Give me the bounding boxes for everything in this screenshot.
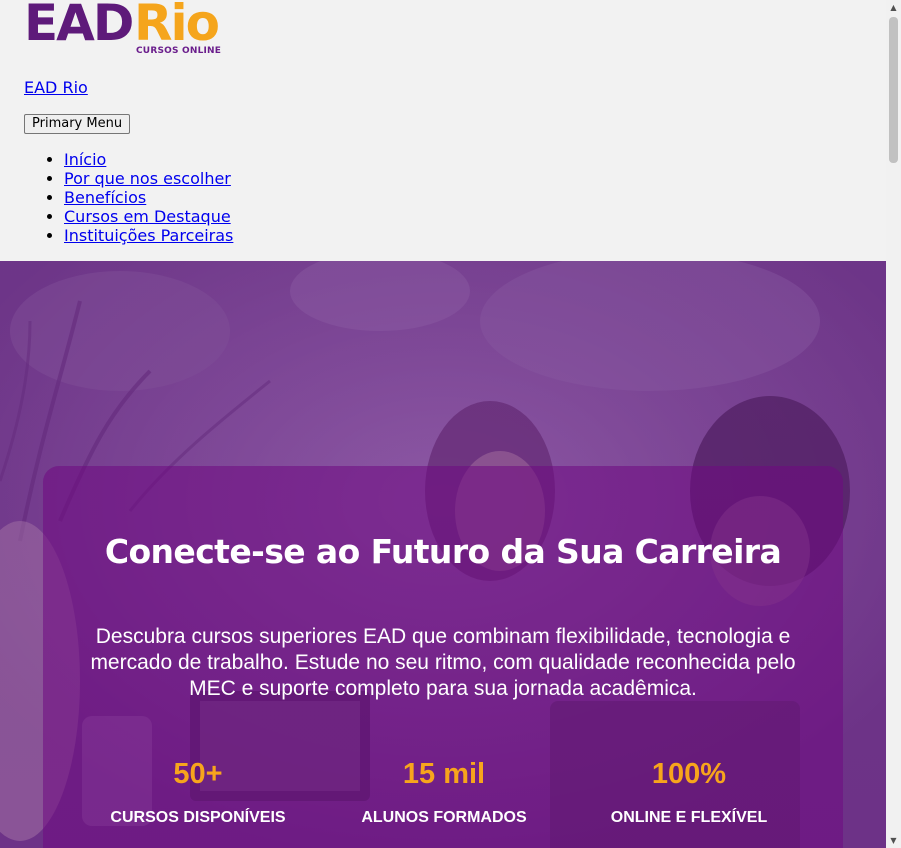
menu-link-por-que[interactable]: Por que nos escolher [64,169,231,188]
vertical-scrollbar[interactable]: ▲ ▼ [886,0,901,848]
site-logo[interactable]: EAD Rio CURSOS ONLINE [24,0,224,60]
stat-label: CURSOS DISPONÍVEIS [110,809,286,826]
menu-link-cursos[interactable]: Cursos em Destaque [64,207,231,226]
stat-courses: 50+ CURSOS DISPONÍVEIS [73,756,323,828]
logo-subtitle: CURSOS ONLINE [136,46,222,56]
menu-link-instituicoes[interactable]: Instituições Parceiras [64,226,233,245]
stat-label: ALUNOS FORMADOS [361,809,527,826]
stat-label: ONLINE E FLEXÍVEL [610,809,768,826]
menu-item-cursos: Cursos em Destaque [64,207,233,226]
menu-link-inicio[interactable]: Início [64,150,106,169]
hero-description: Descubra cursos superiores EAD que combi… [90,625,796,700]
site-title-link[interactable]: EAD Rio [24,78,88,97]
arrow-down-icon[interactable]: ▼ [886,833,901,848]
stat-value: 50+ [173,758,223,790]
hero-title: Conecte-se ao Futuro da Sua Carreira [104,532,782,571]
menu-item-inicio: Início [64,150,233,169]
scrollbar-thumb[interactable] [889,17,898,163]
stat-value: 15 mil [402,758,486,790]
page: EAD Rio CURSOS ONLINE EAD Rio Primary Me… [0,0,886,848]
menu-item-beneficios: Benefícios [64,188,233,207]
stat-value: 100% [651,758,727,790]
menu-item-por-que: Por que nos escolher [64,169,233,188]
primary-menu-button[interactable]: Primary Menu [24,114,131,134]
logo-ead-text: EAD [24,0,134,52]
stat-online: 100% ONLINE E FLEXÍVEL [564,756,814,828]
menu-link-beneficios[interactable]: Benefícios [64,188,146,207]
hero-card: Conecte-se ao Futuro da Sua Carreira Des… [43,466,843,848]
menu-item-instituicoes: Instituições Parceiras [64,226,233,245]
arrow-up-icon[interactable]: ▲ [886,0,901,15]
primary-menu: Início Por que nos escolher Benefícios C… [24,150,233,245]
logo-rio-text: Rio [134,0,220,52]
stat-students: 15 mil ALUNOS FORMADOS [319,756,569,828]
hero-section: Conecte-se ao Futuro da Sua Carreira Des… [0,261,886,848]
